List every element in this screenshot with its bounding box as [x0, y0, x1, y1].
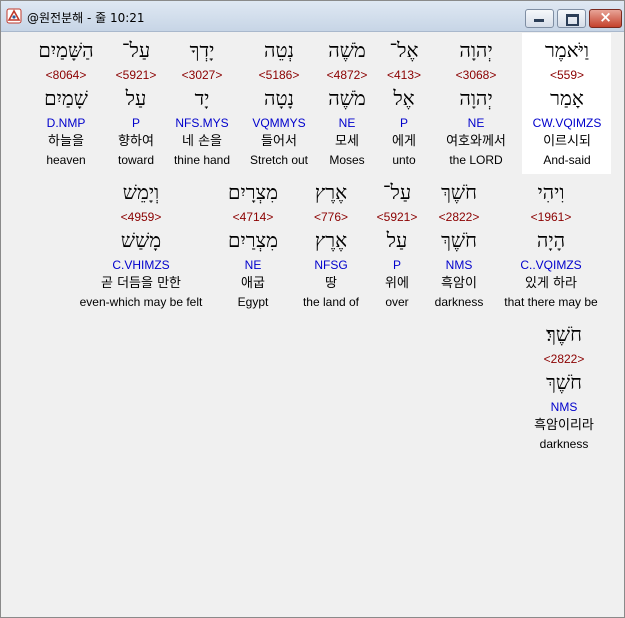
lemma-word: שָׁמַיִם	[44, 86, 88, 110]
app-window: @원전분해 - 줄 10:21 × וַיֹּאמֶר <559> אָמַר …	[0, 0, 625, 618]
english-gloss: even-which may be felt	[79, 295, 203, 309]
morph-code: D.NMP	[46, 116, 86, 130]
strongs-number: <4714>	[232, 210, 274, 224]
korean-gloss: 애굽	[241, 276, 265, 291]
close-icon: ×	[599, 8, 612, 26]
lemma-word: מָשַׁשׁ	[120, 228, 162, 252]
english-gloss: Egypt	[237, 295, 269, 309]
english-gloss: darkness	[539, 437, 589, 451]
maximize-button[interactable]	[557, 9, 586, 28]
app-icon	[6, 8, 22, 24]
close-button[interactable]: ×	[589, 8, 622, 28]
morph-code: C.VHIMZS	[112, 258, 170, 272]
hebrew-word: מִצְרָיִם	[228, 180, 278, 204]
minimize-icon	[534, 19, 544, 22]
hebrew-word: חֹשֶׁךְ׃	[546, 322, 582, 346]
hebrew-word: הַשָּׁמַיִם	[38, 38, 94, 62]
hebrew-word: וְיָמֵשׁ	[122, 180, 160, 204]
window-title: @원전분해 - 줄 10:21	[27, 11, 145, 25]
korean-gloss: 곧 더듬을 만한	[100, 276, 182, 291]
title-bar[interactable]: @원전분해 - 줄 10:21 ×	[1, 1, 624, 32]
korean-gloss: 하늘을	[48, 134, 84, 149]
morph-code: NMS	[550, 400, 578, 414]
lemma-word: חֹשֶׁךְ	[546, 370, 582, 394]
english-gloss: heaven	[46, 153, 86, 167]
strongs-number: <8064>	[45, 68, 87, 82]
maximize-icon	[566, 14, 579, 26]
strongs-number: <4959>	[120, 210, 162, 224]
korean-gloss: 흑암이리라	[534, 418, 594, 433]
lemma-word: מִצְרַיִם	[228, 228, 278, 252]
interlinear-view: וַיֹּאמֶר <559> אָמַר CW.VQIMZS 이르시되 And…	[1, 32, 624, 617]
minimize-button[interactable]	[525, 9, 554, 28]
morph-code: NE	[244, 258, 262, 272]
strongs-number: <2822>	[543, 352, 585, 366]
